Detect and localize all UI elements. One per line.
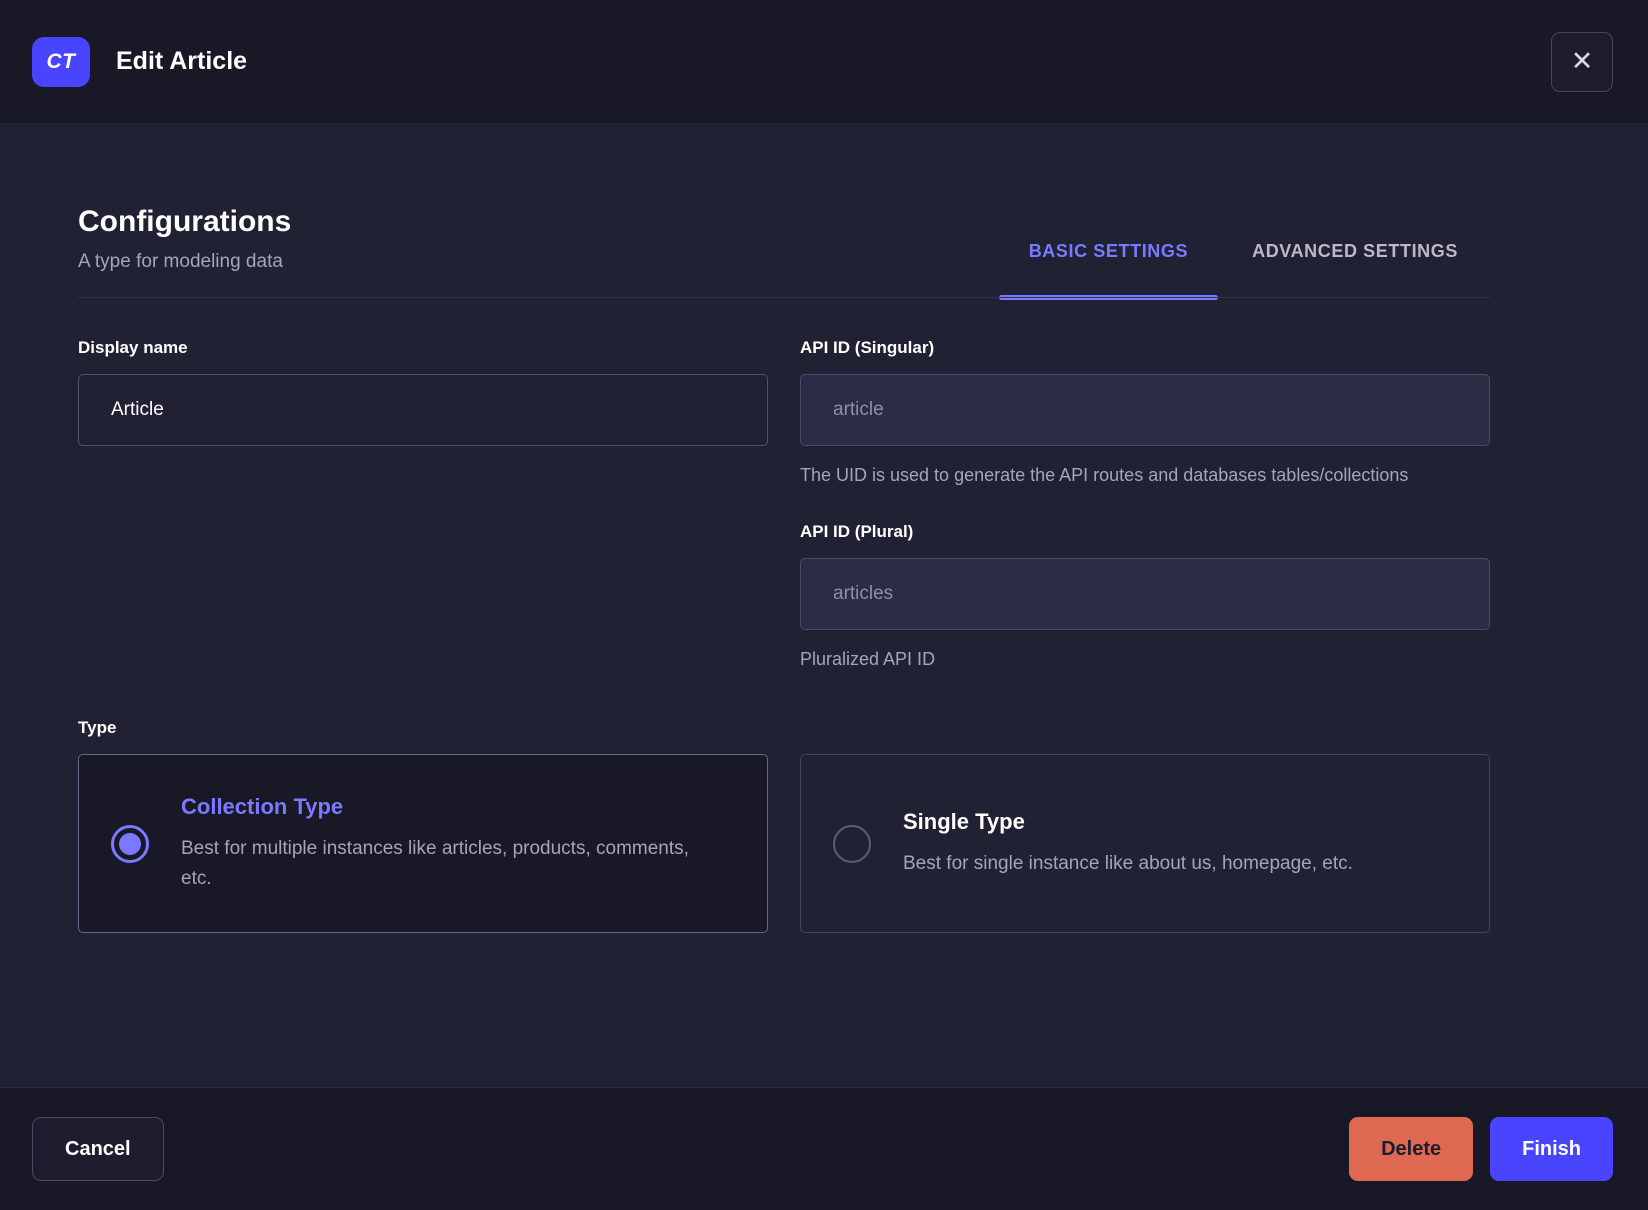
collection-type-description: Best for multiple instances like article… [181, 837, 689, 889]
collection-type-text: Collection Type Best for multiple instan… [181, 794, 721, 894]
api-id-singular-help: The UID is used to generate the API rout… [800, 465, 1409, 485]
close-icon: ✕ [1570, 46, 1594, 77]
single-type-text: Single Type Best for single instance lik… [903, 809, 1353, 879]
tab-basic-settings[interactable]: BASIC SETTINGS [997, 221, 1220, 300]
configurations-header-row: Configurations A type for modeling data … [78, 205, 1490, 300]
tab-advanced-settings[interactable]: ADVANCED SETTINGS [1220, 221, 1490, 298]
finish-button[interactable]: Finish [1490, 1117, 1613, 1181]
close-button[interactable]: ✕ [1551, 31, 1613, 92]
api-id-singular-field-group: API ID (Singular) The UID is used to gen… [800, 338, 1490, 490]
cancel-button[interactable]: Cancel [32, 1117, 164, 1181]
radio-unselected-icon [833, 824, 871, 863]
delete-button[interactable]: Delete [1349, 1117, 1474, 1181]
api-id-plural-help: Pluralized API ID [800, 649, 936, 669]
modal-body: Configurations A type for modeling data … [0, 123, 1648, 1087]
modal-header: CT Edit Article ✕ [0, 0, 1648, 123]
configurations-heading: Configurations A type for modeling data [78, 205, 291, 298]
modal-title: Edit Article [116, 47, 248, 75]
display-name-field-group: Display name [78, 338, 768, 446]
type-label: Type [78, 718, 117, 737]
api-id-singular-input [800, 374, 1490, 446]
type-option-collection-type[interactable]: Collection Type Best for multiple instan… [78, 754, 768, 933]
type-options: Collection Type Best for multiple instan… [78, 754, 1490, 933]
collection-type-title: Collection Type [181, 793, 344, 819]
modal-footer: Cancel Delete Finish [0, 1087, 1648, 1210]
api-id-plural-field-group: API ID (Plural) Pluralized API ID [800, 522, 1490, 674]
api-id-singular-label: API ID (Singular) [800, 338, 935, 357]
settings-tabs: BASIC SETTINGS ADVANCED SETTINGS [997, 221, 1490, 300]
content-type-badge-icon: CT [32, 36, 90, 87]
type-option-single-type[interactable]: Single Type Best for single instance lik… [800, 754, 1490, 933]
radio-selected-icon [111, 824, 149, 863]
display-name-label: Display name [78, 338, 188, 357]
type-section: Type Collection Type Best for multiple i… [78, 718, 1490, 933]
configuration-form: Display name API ID (Singular) The UID i… [78, 338, 1490, 674]
display-name-input[interactable] [78, 374, 768, 446]
page-subtitle: A type for modeling data [78, 251, 283, 272]
edit-content-type-modal: CT Edit Article ✕ Configurations A type … [0, 0, 1648, 1210]
page-title: Configurations [78, 205, 292, 238]
api-id-plural-label: API ID (Plural) [800, 522, 914, 541]
single-type-title: Single Type [903, 808, 1025, 834]
content-type-badge-label: CT [46, 49, 76, 73]
api-id-plural-input [800, 558, 1490, 630]
single-type-description: Best for single instance like about us, … [903, 852, 1353, 874]
